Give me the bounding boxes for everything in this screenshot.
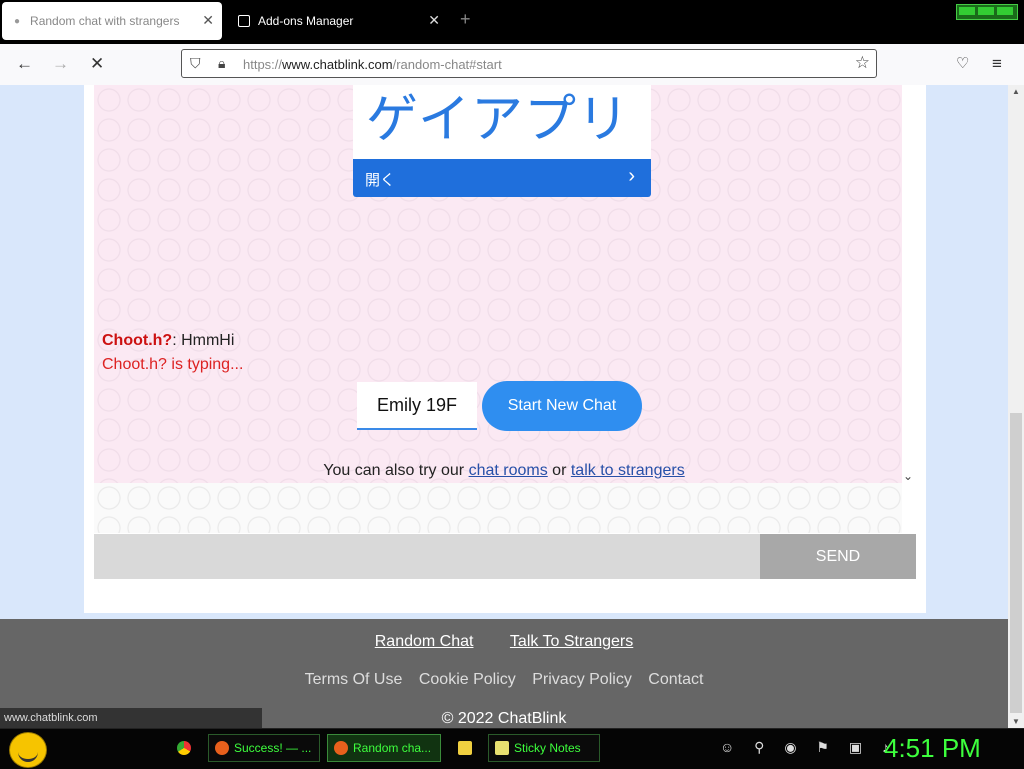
- back-arrow-icon[interactable]: ←: [16, 54, 33, 74]
- talk-to-strangers-link[interactable]: talk to strangers: [571, 462, 685, 479]
- puzzle-icon: [238, 15, 250, 27]
- folder-icon[interactable]: [458, 741, 472, 755]
- start-smiley-icon[interactable]: [9, 732, 47, 768]
- navigation-bar: ← → ✕ ⛉ 🔒︎ https://www.chatblink.com/ran…: [0, 44, 1024, 86]
- new-tab-button[interactable]: +: [460, 9, 471, 30]
- footer-link-cookie[interactable]: Cookie Policy: [419, 671, 516, 688]
- also-try-text: You can also try our chat rooms or talk …: [323, 462, 685, 479]
- vertical-scrollbar[interactable]: ▲ ▼: [1008, 85, 1024, 728]
- footer-link-privacy[interactable]: Privacy Policy: [532, 671, 632, 688]
- sticky-notes-icon: [495, 741, 509, 755]
- tab-title: Random chat with strangers: [30, 14, 180, 28]
- scrollbar-thumb[interactable]: [1010, 413, 1022, 713]
- shield-icon[interactable]: ⛉: [190, 55, 201, 72]
- bookmark-star-icon[interactable]: ☆: [855, 53, 870, 73]
- message-input[interactable]: [94, 534, 760, 579]
- scroll-down-chevron-icon[interactable]: ⌄: [903, 469, 913, 483]
- tab-title: Add-ons Manager: [258, 14, 354, 28]
- tab-random-chat[interactable]: ● Random chat with strangers ✕: [2, 2, 222, 40]
- clock: 4:51 PM: [884, 733, 981, 763]
- taskbar: Success! — ... Random cha... Sticky Note…: [0, 728, 1024, 769]
- chat-rooms-link[interactable]: chat rooms: [469, 462, 548, 479]
- close-window-icon[interactable]: [997, 7, 1013, 15]
- url-text[interactable]: https://www.chatblink.com/random-chat#st…: [243, 57, 502, 72]
- footer-secondary-links: Terms Of Use Cookie Policy Privacy Polic…: [0, 671, 1008, 689]
- taskbar-item-sticky-notes[interactable]: Sticky Notes: [488, 734, 600, 762]
- taskbar-item-success[interactable]: Success! — ...: [208, 734, 320, 762]
- ad-cta-label: 開く: [365, 171, 396, 189]
- scroll-up-arrow-icon[interactable]: ▲: [1012, 87, 1020, 96]
- tab-addons-manager[interactable]: Add-ons Manager ✕: [228, 2, 448, 40]
- system-tray[interactable]: ☺ ⚲ ◉ ⚑ ▣ ♪: [720, 739, 897, 756]
- footer-link-talk-to-strangers[interactable]: Talk To Strangers: [510, 633, 633, 650]
- ad-open-button[interactable]: 開く ›: [353, 159, 651, 197]
- footer-link-terms[interactable]: Terms Of Use: [305, 671, 403, 688]
- menu-icon[interactable]: ≡: [992, 54, 1002, 74]
- minimize-icon[interactable]: [959, 7, 975, 15]
- advertisement[interactable]: ゲイアプリ 開く ›: [353, 85, 651, 197]
- address-bar[interactable]: ⛉ 🔒︎ https://www.chatblink.com/random-ch…: [181, 49, 877, 78]
- stop-loading-icon[interactable]: ✕: [90, 54, 104, 74]
- footer-primary-links: Random Chat Talk To Strangers: [0, 633, 1008, 651]
- ad-headline: ゲイアプリ: [366, 90, 630, 150]
- message-text: HmmHi: [181, 332, 235, 349]
- chevron-right-icon: ›: [628, 165, 635, 187]
- lock-icon[interactable]: 🔒︎: [218, 55, 225, 72]
- chrome-icon[interactable]: [177, 741, 191, 755]
- taskbar-item-random-chat[interactable]: Random cha...: [327, 734, 441, 762]
- close-tab-icon[interactable]: ✕: [428, 12, 440, 29]
- page-viewport: ゲイアプリ 開く › Choot.h?: HmmHi Choot.h? is t…: [0, 85, 1008, 728]
- firefox-icon: [334, 741, 348, 755]
- start-new-chat-button[interactable]: Start New Chat: [482, 381, 642, 431]
- typing-indicator: Choot.h? is typing...: [102, 356, 244, 373]
- status-bar-url: www.chatblink.com: [0, 708, 262, 728]
- send-button[interactable]: SEND: [760, 534, 916, 579]
- window-controls[interactable]: [956, 4, 1018, 20]
- message-separator: :: [172, 332, 182, 349]
- sender-name: Choot.h?: [102, 332, 173, 349]
- scroll-down-arrow-icon[interactable]: ▼: [1012, 717, 1020, 726]
- forward-arrow-icon[interactable]: →: [52, 54, 69, 74]
- chat-message: Choot.h?: HmmHi: [102, 332, 234, 350]
- footer-link-random-chat[interactable]: Random Chat: [375, 633, 474, 650]
- name-input[interactable]: Emily 19F: [357, 382, 477, 430]
- pocket-icon[interactable]: ♡: [956, 54, 969, 72]
- firefox-icon: [215, 741, 229, 755]
- browser-tab-strip: ● Random chat with strangers ✕ Add-ons M…: [0, 0, 1024, 44]
- maximize-icon[interactable]: [978, 7, 994, 15]
- footer-link-contact[interactable]: Contact: [648, 671, 703, 688]
- loading-dot-icon: ●: [14, 15, 21, 27]
- close-tab-icon[interactable]: ✕: [202, 12, 214, 29]
- chat-spacer: [94, 483, 902, 533]
